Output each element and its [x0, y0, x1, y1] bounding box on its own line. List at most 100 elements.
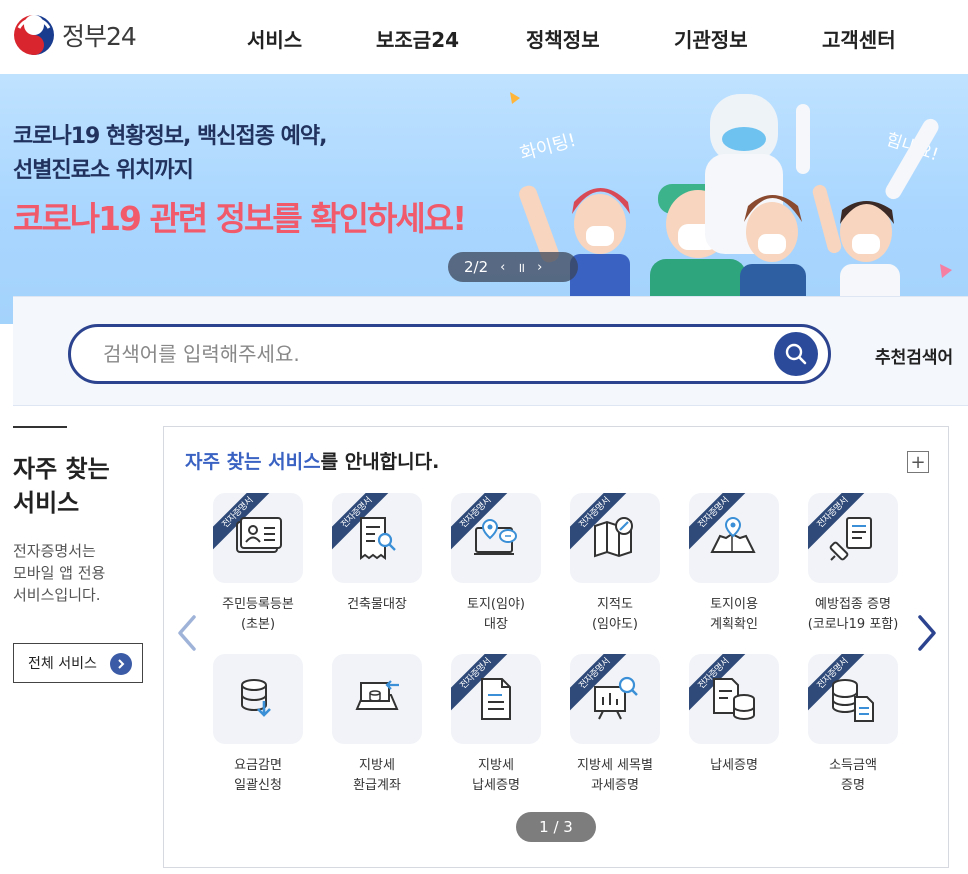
- service-label-line-1: 지방세: [359, 758, 395, 773]
- banner-line-1: 코로나19 현황정보, 백신접종 예약,: [13, 124, 327, 149]
- service-tile: 전자증명서: [570, 654, 660, 744]
- service-label: 건축물대장: [312, 595, 442, 615]
- service-label: 지방세 납세증명: [431, 756, 561, 796]
- service-tile: 전자증명서: [332, 493, 422, 583]
- service-item[interactable]: 전자증명서주민등록등본 (초본): [193, 493, 311, 643]
- service-tile: 전자증명서: [689, 654, 779, 744]
- notice-line-3: 서비스입니다.: [13, 586, 101, 604]
- service-label: 지방세 세목별 과세증명: [550, 756, 680, 796]
- tax-chart-icon: [594, 676, 638, 720]
- more-button[interactable]: +: [907, 451, 929, 473]
- notice-line-1: 전자증명서는: [13, 542, 96, 560]
- search-input[interactable]: [103, 341, 753, 367]
- header: 정부24 서비스 보조금24 정책정보 기관정보 고객센터: [0, 0, 968, 74]
- all-services-button[interactable]: 전체 서비스: [13, 643, 143, 683]
- service-item[interactable]: 전자증명서 예방접종 증명 (코로나19 포함): [788, 493, 906, 643]
- service-tile: [213, 654, 303, 744]
- tax-refund-icon: [355, 680, 399, 710]
- service-label-line-1: 토지(임야): [467, 597, 525, 612]
- service-item[interactable]: 전자증명서지적도 (임야도): [550, 493, 668, 643]
- logo-text: 정부24: [62, 22, 137, 51]
- local-tax-cert-icon: [481, 678, 511, 720]
- search-area: 추천검색어: [13, 296, 968, 406]
- slide-pause-button[interactable]: ॥: [517, 258, 525, 276]
- cadastral-map-icon: [594, 517, 633, 558]
- notice-line-2: 모바일 앱 전용: [13, 564, 106, 582]
- service-label-line-2: 납세증명: [472, 778, 520, 793]
- slide-counter: 2/2: [464, 258, 489, 276]
- vaccine-icon: [829, 517, 872, 561]
- service-item[interactable]: 지방세 환급계좌: [312, 654, 430, 804]
- service-label-line-1: 납세증명: [710, 758, 758, 773]
- section-divider: [13, 426, 67, 428]
- tax-payment-cert-icon: [713, 678, 755, 720]
- search-box: [68, 324, 831, 384]
- service-item[interactable]: 전자증명서 지방세 납세증명: [431, 654, 549, 804]
- nav-services[interactable]: 서비스: [247, 24, 302, 53]
- service-label: 토지이용 계획확인: [669, 595, 799, 635]
- covid-banner[interactable]: 코로나19 현황정보, 백신접종 예약, 선별진료소 위치까지 코로나19 관련…: [0, 74, 968, 324]
- fee-reduction-icon: [241, 679, 271, 717]
- id-card-icon: [236, 517, 282, 553]
- banner-slider-control: 2/2 ‹ ॥ ›: [448, 252, 578, 282]
- logo[interactable]: 정부24: [13, 14, 137, 56]
- service-label-line-2: (코로나19 포함): [807, 617, 899, 632]
- service-label-line-1: 요금감면: [234, 758, 282, 773]
- carousel-pager: 1 / 3: [516, 812, 596, 842]
- service-label: 요금감면일괄신청: [193, 756, 323, 796]
- service-label-line-2: 대장: [484, 617, 508, 632]
- service-item[interactable]: 전자증명서소득금액증명: [788, 654, 906, 804]
- nav-subsidy24[interactable]: 보조금24: [376, 24, 459, 53]
- service-label-line-2: (임야도): [591, 617, 639, 632]
- nav-policy-info[interactable]: 정책정보: [526, 24, 600, 53]
- banner-line-2: 선별진료소 위치까지: [13, 158, 194, 183]
- service-tile: 전자증명서: [808, 493, 898, 583]
- service-label-line-1: 지적도: [597, 597, 633, 612]
- service-label-line-1: 주민등록등본: [222, 597, 294, 612]
- slide-next-button[interactable]: ›: [537, 260, 542, 275]
- service-tile: [332, 654, 422, 744]
- land-use-icon: [710, 516, 756, 553]
- service-label-line-2: 증명: [841, 778, 865, 793]
- service-label: 지적도 (임야도): [550, 595, 680, 635]
- panel-title-highlight: 자주 찾는 서비스: [185, 451, 321, 473]
- service-tile: 전자증명서: [808, 654, 898, 744]
- service-label-line-2: 일괄신청: [234, 778, 282, 793]
- service-label: 토지(임야) 대장: [431, 595, 561, 635]
- service-label: 예방접종 증명 (코로나19 포함): [788, 595, 918, 635]
- nav-agency-info[interactable]: 기관정보: [674, 24, 748, 53]
- medical-staff-illustration: 화이팅! 힘내요!: [510, 92, 952, 324]
- service-label-line-1: 소득금액: [829, 758, 877, 773]
- search-button[interactable]: [774, 332, 818, 376]
- slide-prev-button[interactable]: ‹: [500, 260, 505, 275]
- panel-title-rest: 를 안내합니다.: [320, 451, 440, 473]
- recommended-keywords-label[interactable]: 추천검색어: [875, 343, 953, 368]
- service-tile: 전자증명서: [689, 493, 779, 583]
- service-item[interactable]: 전자증명서 토지이용 계획확인: [669, 493, 787, 643]
- chevron-right-icon: [110, 653, 132, 675]
- cheer-text-left: 화이팅!: [518, 130, 578, 165]
- service-label: 지방세 환급계좌: [312, 756, 442, 796]
- service-tile: 전자증명서: [451, 493, 541, 583]
- service-item[interactable]: 요금감면일괄신청: [193, 654, 311, 804]
- service-label: 납세증명: [669, 756, 799, 776]
- banner-headline: 코로나19 관련 정보를 확인하세요!: [13, 199, 467, 238]
- service-tile: 전자증명서: [570, 493, 660, 583]
- service-label-line-2: (초본): [240, 617, 276, 632]
- service-item[interactable]: 전자증명서토지(임야) 대장: [431, 493, 549, 643]
- building-register-icon: [360, 517, 396, 560]
- service-label-line-1: 건축물대장: [347, 597, 407, 612]
- panel-title: 자주 찾는 서비스를 안내합니다.: [185, 447, 439, 474]
- service-item[interactable]: 전자증명서건축물대장: [312, 493, 430, 643]
- service-item[interactable]: 전자증명서 지방세 세목별 과세증명: [550, 654, 668, 804]
- nav-customer-center[interactable]: 고객센터: [822, 24, 896, 53]
- land-register-icon: [474, 518, 517, 555]
- service-label-line-1: 지방세 세목별: [577, 758, 653, 773]
- income-cert-icon: [832, 679, 874, 722]
- service-label: 주민등록등본 (초본): [193, 595, 323, 635]
- frequent-services-panel: 자주 찾는 서비스를 안내합니다. + 전자증명서 주민등록등본 (초본) 전자증명서…: [163, 426, 949, 868]
- service-tile: 전자증명서: [213, 493, 303, 583]
- service-item[interactable]: 전자증명서납세증명: [669, 654, 787, 804]
- taegeuk-logo-icon: [14, 15, 54, 55]
- service-label-line-2: 계획확인: [710, 617, 758, 632]
